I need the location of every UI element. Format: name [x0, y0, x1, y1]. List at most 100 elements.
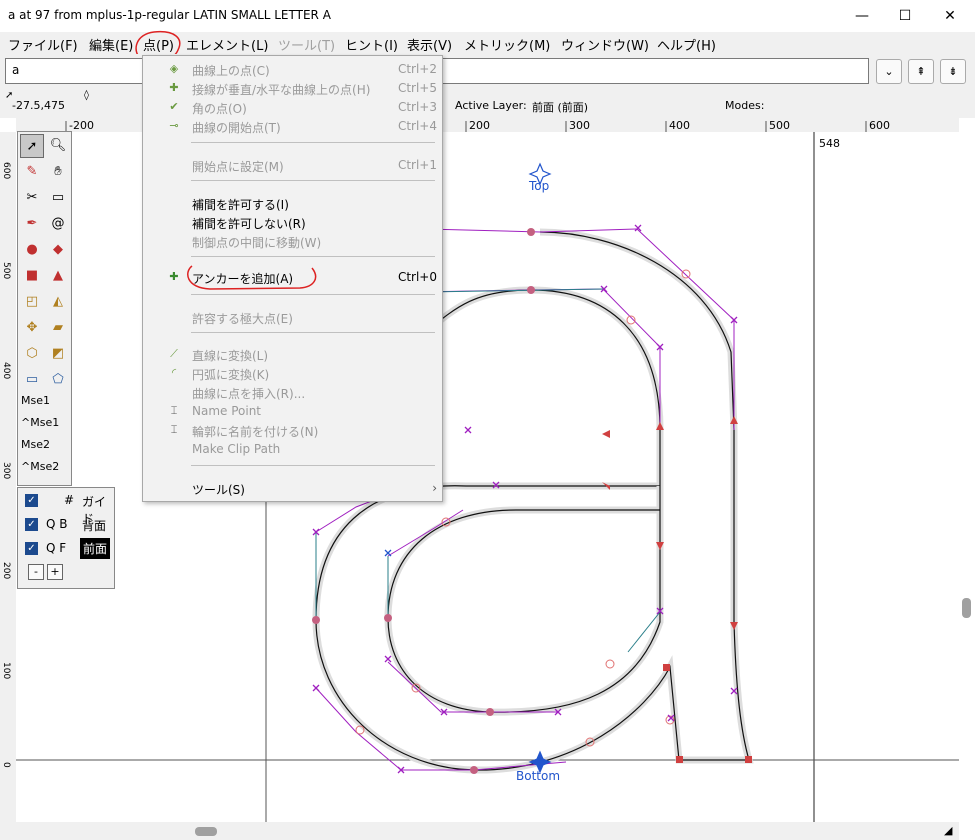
curve-point-icon: ◈ — [169, 62, 179, 75]
layers-palette: ✓ # ガイド ✓ Q B 背面 ✓ Q F 前面 - + — [17, 487, 115, 589]
menu-item-center-between-controls[interactable]: 制御点の中間に移動(W) — [143, 232, 442, 251]
name-point-icon: ⌶ — [170, 404, 178, 417]
menu-window[interactable]: ウィンドウ(W) — [561, 35, 649, 54]
ruler-tick-label: 400 — [1, 362, 11, 380]
menu-tools[interactable]: ツール(T) — [278, 35, 335, 54]
layer-name: 前面 — [80, 538, 111, 559]
menu-item-insert-point[interactable]: 曲線に点を挿入(R)... — [143, 383, 442, 402]
menu-separator — [191, 256, 435, 257]
layer-row-back[interactable]: ✓ Q B 背面 — [22, 513, 114, 535]
layer-prefix: # — [64, 493, 75, 507]
ruler-tick-label: 600 — [869, 119, 890, 132]
bottom-anchor-label: Bottom — [516, 769, 561, 783]
knife-tool[interactable]: ✂ — [20, 186, 44, 210]
layer-prefix: Q F — [46, 541, 67, 555]
menu-metrics[interactable]: メトリック(M) — [464, 35, 550, 54]
menu-item-hv-curve-point[interactable]: ✚ 接線が垂直/水平な曲線上の点(H) Ctrl+5 — [143, 79, 442, 98]
magnify-tool[interactable]: 🔍︎ — [46, 134, 70, 158]
vertical-scroll-thumb[interactable] — [962, 598, 971, 618]
polygon-tool[interactable]: ⬠ — [46, 368, 70, 392]
vertical-scrollbar[interactable] — [959, 118, 975, 822]
menu-edit[interactable]: 編集(E) — [89, 35, 133, 54]
menu-file[interactable]: ファイル(F) — [8, 35, 78, 54]
pencil-tool[interactable]: ✎ — [20, 160, 44, 184]
top-anchor-label: Top — [529, 179, 550, 193]
menu-item-allow-interpolation[interactable]: 補間を許可する(I) — [143, 194, 442, 213]
spiro-tool[interactable]: @ — [46, 212, 70, 236]
menu-element[interactable]: エレメント(L) — [186, 35, 268, 54]
curve-point-tool[interactable]: ● — [20, 238, 44, 262]
coordinates-readout: -27.5,475 — [12, 99, 65, 112]
previous-glyph-button[interactable]: ⇞ — [908, 59, 934, 84]
menu-item-make-first[interactable]: 開始点に設定(M) Ctrl+1 — [143, 156, 442, 175]
ctrl-mouse2-label: ^Mse2 — [21, 460, 60, 473]
maximize-button[interactable]: ☐ — [885, 4, 925, 28]
menu-help[interactable]: ヘルプ(H) — [657, 35, 716, 54]
menu-separator — [191, 142, 435, 143]
advance-width-label: 548 — [819, 137, 840, 150]
pen-tool[interactable]: ✒ — [20, 212, 44, 236]
close-button[interactable]: ✕ — [930, 4, 970, 28]
point-type-icon: ◊ — [84, 90, 89, 101]
name-contour-icon: ⌶ — [170, 423, 178, 436]
modes-label: Modes: — [725, 99, 765, 112]
active-layer-label: Active Layer: — [455, 99, 527, 112]
menu-hints[interactable]: ヒント(I) — [345, 35, 398, 54]
rectangle-tool[interactable]: ▭ — [20, 368, 44, 392]
add-layer-button[interactable]: + — [47, 564, 63, 580]
menu-item-corner-point[interactable]: ✔ 角の点(O) Ctrl+3 — [143, 98, 442, 117]
corner-point-tool[interactable]: ■ — [20, 264, 44, 288]
checkbox-checked-icon[interactable]: ✓ — [25, 494, 38, 507]
ruler-tick-label: 300 — [569, 119, 590, 132]
layer-row-guide[interactable]: ✓ # ガイド — [22, 489, 114, 526]
menu-view[interactable]: 表示(V) — [407, 35, 452, 54]
mouse2-label: Mse2 — [21, 438, 50, 451]
annotation-underline — [187, 265, 317, 290]
hv-curve-point-tool[interactable]: ◆ — [46, 238, 70, 262]
ruler-tool[interactable]: ▭ — [46, 186, 70, 210]
resize-grip-icon[interactable]: ◢ — [944, 824, 952, 837]
make-arc-icon: ◜ — [171, 366, 177, 379]
menu-separator — [191, 332, 435, 333]
layer-row-fore[interactable]: ✓ Q F 前面 — [22, 537, 114, 559]
ctrl-mouse1-label: ^Mse1 — [21, 416, 60, 429]
rotate3d-tool[interactable]: ⬡ — [20, 342, 44, 366]
remove-layer-button[interactable]: - — [28, 564, 44, 580]
checkbox-checked-icon[interactable]: ✓ — [25, 542, 38, 555]
rotate-tool[interactable]: ✥ — [20, 316, 44, 340]
menu-item-tools-submenu[interactable]: ツール(S) › — [143, 479, 442, 498]
menu-item-acceptable-extrema[interactable]: 許容する極大点(E) — [143, 308, 442, 327]
ruler-tick-label: 0 — [1, 762, 11, 768]
menu-item-name-point[interactable]: ⌶ Name Point — [143, 402, 442, 421]
menu-separator — [191, 465, 435, 466]
hv-curve-point-icon: ✚ — [169, 81, 179, 94]
checkbox-checked-icon[interactable]: ✓ — [25, 518, 38, 531]
layer-prefix: Q B — [46, 517, 68, 531]
glyph-dropdown-button[interactable]: ⌄ — [876, 59, 902, 84]
flip-tool[interactable]: ◭ — [46, 290, 70, 314]
menu-item-disallow-interpolation[interactable]: 補間を許可しない(R) — [143, 213, 442, 232]
tangent-point-tool[interactable]: ▲ — [46, 264, 70, 288]
window-title: a at 97 from mplus-1p-regular LATIN SMAL… — [8, 8, 331, 22]
scale-tool[interactable]: ◰ — [20, 290, 44, 314]
ruler-tick-label: -200 — [69, 119, 94, 132]
menu-item-make-arc[interactable]: ◜ 円弧に変換(K) — [143, 364, 442, 383]
minimize-button[interactable]: — — [842, 4, 882, 28]
next-glyph-button[interactable]: ⇟ — [940, 59, 966, 84]
ruler-tick-label: 600 — [1, 162, 11, 180]
hand-tool[interactable]: ✋︎ — [46, 160, 70, 184]
pointer-tool[interactable]: ➚ — [20, 134, 44, 158]
menu-item-make-clip-path[interactable]: Make Clip Path — [143, 440, 442, 459]
ruler-tick-label: 500 — [769, 119, 790, 132]
horizontal-scrollbar[interactable]: ◢ — [0, 822, 959, 840]
ruler-tick-label: 500 — [1, 262, 11, 280]
toolbox-palette: ➚ 🔍︎ ✎ ✋︎ ✂ ▭ ✒ @ ● ◆ ■ ▲ ◰ ◭ ✥ ▰ ⬡ ◩ ▭ … — [17, 131, 72, 486]
menu-item-make-line[interactable]: ⟋ 直線に変換(L) — [143, 345, 442, 364]
menu-item-curve-point[interactable]: ◈ 曲線上の点(C) Ctrl+2 — [143, 60, 442, 79]
ruler-tick-label: 400 — [669, 119, 690, 132]
horizontal-scroll-thumb[interactable] — [195, 827, 217, 836]
perspective-tool[interactable]: ◩ — [46, 342, 70, 366]
skew-tool[interactable]: ▰ — [46, 316, 70, 340]
menu-item-name-contour[interactable]: ⌶ 輪郭に名前を付ける(N) — [143, 421, 442, 440]
menu-item-tangent-point[interactable]: ⊸ 曲線の開始点(T) Ctrl+4 — [143, 117, 442, 136]
